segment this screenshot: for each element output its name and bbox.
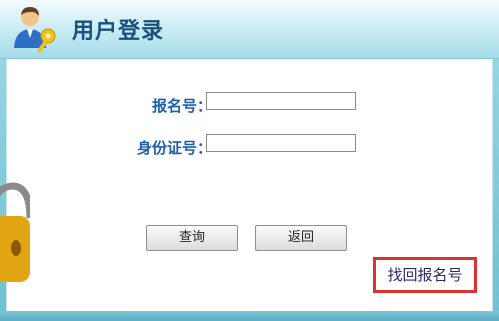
enrollment-number-input[interactable] bbox=[206, 92, 356, 110]
user-key-icon bbox=[14, 7, 56, 54]
header-bar: 用户登录 bbox=[0, 0, 499, 59]
back-button[interactable]: 返回 bbox=[255, 225, 347, 251]
padlock-icon bbox=[0, 182, 30, 282]
enrollment-number-label: 报名号： bbox=[151, 97, 212, 115]
recover-enrollment-link[interactable]: 找回报名号 bbox=[373, 257, 477, 293]
query-button[interactable]: 查询 bbox=[146, 225, 238, 251]
bottom-border bbox=[0, 311, 499, 321]
login-window: 用户登录 报名号： 身份证号： 查询 返回 找回报名号 bbox=[0, 0, 499, 321]
page-title: 用户登录 bbox=[72, 19, 165, 44]
id-number-input[interactable] bbox=[206, 134, 356, 152]
id-number-label: 身份证号： bbox=[136, 139, 212, 157]
